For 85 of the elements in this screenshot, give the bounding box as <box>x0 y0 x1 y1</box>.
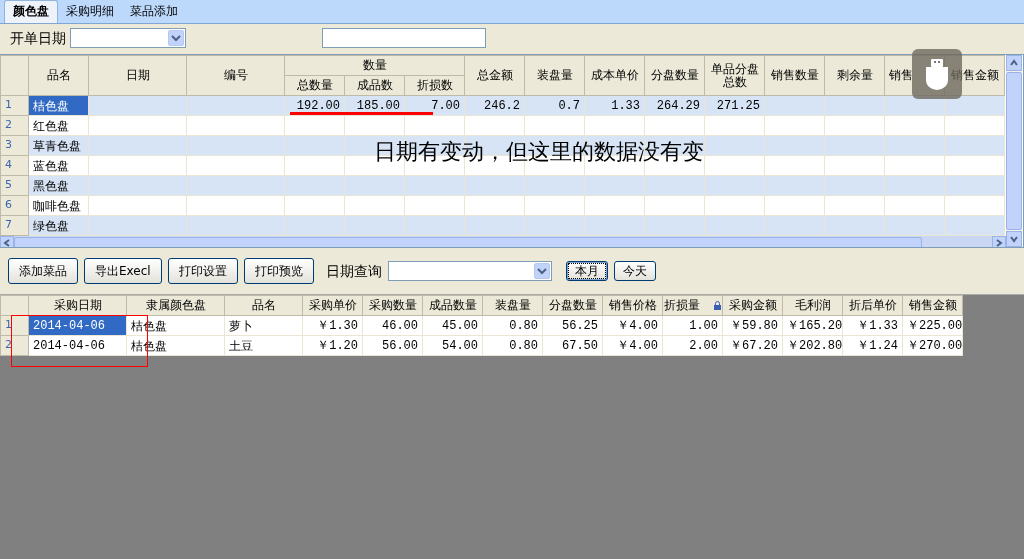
table-cell: ￥1.20 <box>302 335 363 356</box>
vertical-scrollbar[interactable] <box>1006 55 1022 247</box>
column-header-text: 销售金额 <box>908 298 957 312</box>
column-header: 数量 <box>284 55 465 76</box>
row-number: 1 <box>0 315 29 336</box>
table-cell[interactable]: 红色盘 <box>28 115 89 136</box>
date-button[interactable]: 本月 <box>565 261 608 281</box>
field-label: 开单日期 <box>10 28 66 48</box>
table-cell: ￥1.30 <box>302 315 363 336</box>
table-cell: 2.00 <box>662 335 723 356</box>
table-cell[interactable]: 2014-04-06 <box>28 335 127 356</box>
action-button[interactable]: 打印设置 <box>167 258 238 284</box>
table-cell: ￥4.00 <box>602 315 663 336</box>
column-header-text: 毛利润 <box>794 298 831 312</box>
table-cell: ￥165.20 <box>782 315 843 336</box>
column-header: 编号 <box>186 55 285 96</box>
table-cell: 0.80 <box>482 315 543 336</box>
table-cell: 45.00 <box>422 315 483 336</box>
table-cell: 54.00 <box>422 335 483 356</box>
caret-icon <box>171 34 181 42</box>
caret-icon <box>536 267 547 275</box>
table-cell: ￥4.00 <box>602 335 663 356</box>
table-cell: ￥67.20 <box>722 335 783 356</box>
table-cell: 0.80 <box>482 335 543 356</box>
date-dropdown[interactable] <box>387 261 552 281</box>
row-number: 6 <box>0 195 29 216</box>
column-header: 剩余量 <box>824 55 885 96</box>
column-header: 日期 <box>88 55 187 96</box>
tab[interactable]: 颜色盘 <box>4 0 58 23</box>
column-header: 分盘数量 <box>644 55 705 96</box>
column-header-text: 销售价格 <box>608 298 657 312</box>
table-cell[interactable]: 咖啡色盘 <box>28 195 89 216</box>
column-header-text: 折后单价 <box>848 298 897 312</box>
row-number: 2 <box>0 335 29 356</box>
arrow-left-icon[interactable] <box>3 239 11 247</box>
table-cell: ￥1.24 <box>842 335 903 356</box>
table-cell: 67.50 <box>542 335 603 356</box>
table-cell: 萝卜 <box>224 315 303 336</box>
column-header-text: 品名 <box>251 298 276 312</box>
table-cell: 46.00 <box>362 315 423 336</box>
column-header: 销售数量 <box>764 55 825 96</box>
column-header-text: 采购金额 <box>728 298 777 312</box>
table-cell: 土豆 <box>224 335 303 356</box>
row-number: 3 <box>0 135 29 156</box>
column-header-text: 采购日期 <box>53 298 102 312</box>
tab[interactable]: 菜品添加 <box>122 1 186 23</box>
action-button[interactable]: 打印预览 <box>243 258 314 284</box>
column-header-text: 采购数量 <box>368 298 417 312</box>
column-header-text: 成品数量 <box>428 298 477 312</box>
date-dropdown[interactable] <box>70 28 186 48</box>
column-header-text: 隶属颜色盘 <box>145 298 206 312</box>
annotation-text: 日期有变动，但这里的数据没有变 <box>374 139 704 165</box>
horizontal-scrollbar[interactable] <box>0 236 1006 247</box>
field-label: 日期查询 <box>325 261 382 281</box>
column-header-text: 分盘数量 <box>548 298 597 312</box>
table-cell: ￥1.33 <box>842 315 903 336</box>
table-cell: 56.00 <box>362 335 423 356</box>
row-number: 2 <box>0 115 29 136</box>
action-button[interactable]: 导出Execl <box>84 258 162 284</box>
arrow-right-icon[interactable] <box>995 239 1003 247</box>
date-button[interactable]: 今天 <box>613 261 656 281</box>
row-number: 4 <box>0 155 29 176</box>
table-cell: ￥225.00 <box>902 315 963 336</box>
column-header: 装盘量 <box>524 55 585 96</box>
column-header-text: 采购单价 <box>308 298 357 312</box>
tab[interactable]: 采购明细 <box>58 1 122 23</box>
table-cell: ￥202.80 <box>782 335 843 356</box>
arrow-up-icon[interactable] <box>1010 59 1018 67</box>
column-header-text: 装盘量 <box>494 298 531 312</box>
row-number: 1 <box>0 95 29 116</box>
row-number: 7 <box>0 215 29 236</box>
table-cell[interactable]: 蓝色盘 <box>28 155 89 176</box>
column-header: 品名 <box>28 55 89 96</box>
table-cell: 1.00 <box>662 315 723 336</box>
column-header: 成本单价 <box>584 55 645 96</box>
table-cell: ￥270.00 <box>902 335 963 356</box>
column-header-text: 折损量 <box>664 298 700 312</box>
column-header: 总金额 <box>464 55 525 96</box>
table-cell: ￥59.80 <box>722 315 783 336</box>
table-cell: 56.25 <box>542 315 603 336</box>
action-button[interactable]: 添加菜品 <box>8 258 78 284</box>
row-number: 5 <box>0 175 29 196</box>
arrow-down-icon[interactable] <box>1010 235 1018 243</box>
column-header: 单品分盘总数 <box>704 55 765 96</box>
text-field[interactable] <box>322 28 486 48</box>
